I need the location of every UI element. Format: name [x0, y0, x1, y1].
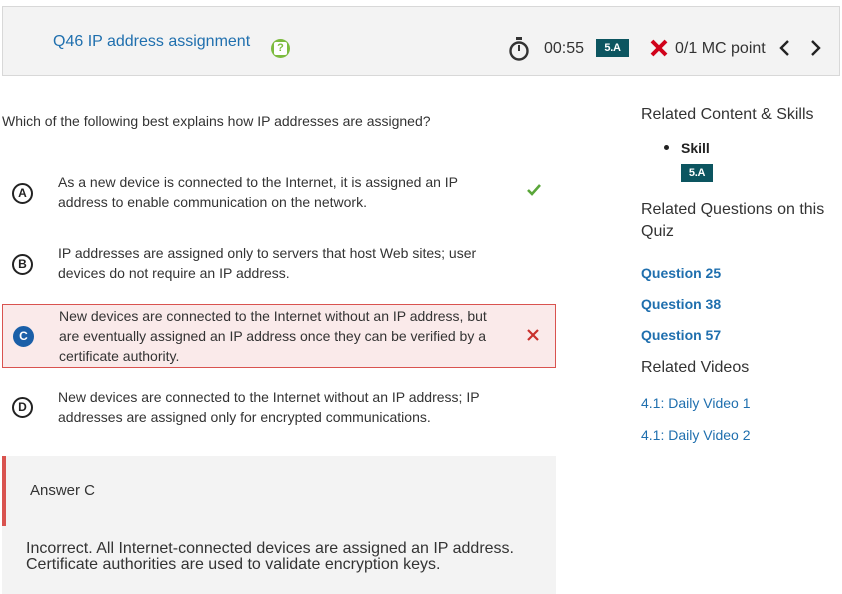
- question-prompt: Which of the following best explains how…: [2, 113, 431, 129]
- checkmark-icon: [527, 184, 541, 196]
- answer-accent-bar: [2, 456, 6, 526]
- chevron-right-icon[interactable]: [809, 39, 823, 57]
- bullet: [664, 145, 669, 150]
- incorrect-x-icon: [527, 329, 539, 341]
- skill-label: Skill: [681, 140, 710, 156]
- help-icon[interactable]: ?: [271, 39, 290, 58]
- question-title: Q46 IP address assignment: [53, 33, 251, 50]
- option-text: New devices are connected to the Interne…: [58, 389, 480, 425]
- related-questions-heading: Related Questions on this Quiz: [641, 201, 825, 240]
- related-videos-heading: Related Videos: [641, 359, 750, 376]
- skill-badge: 5.A: [596, 39, 629, 57]
- chevron-left-icon[interactable]: [777, 39, 791, 57]
- option-a[interactable]: A As a new device is connected to the In…: [2, 168, 556, 216]
- answer-explanation: Incorrect. All Internet-connected device…: [26, 540, 514, 573]
- answer-panel: Answer C Incorrect. All Internet-connect…: [2, 456, 556, 594]
- stopwatch-icon: [509, 37, 529, 61]
- option-b[interactable]: B IP addresses are assigned only to serv…: [2, 240, 556, 288]
- related-question-link[interactable]: Question 25: [641, 265, 721, 281]
- question-header: Q46 IP address assignment ? 00:55 5.A 0/…: [2, 6, 840, 76]
- option-letter: D: [12, 397, 33, 418]
- option-d[interactable]: D New devices are connected to the Inter…: [2, 385, 556, 433]
- incorrect-x-icon: [650, 39, 668, 57]
- skill-badge: 5.A: [681, 164, 713, 182]
- option-letter: B: [12, 254, 33, 275]
- option-c[interactable]: C New devices are connected to the Inter…: [2, 304, 556, 368]
- points-score: 0/1 MC point: [675, 40, 766, 57]
- option-text: As a new device is connected to the Inte…: [58, 174, 458, 210]
- option-letter: C: [13, 326, 34, 347]
- option-text: New devices are connected to the Interne…: [59, 308, 487, 364]
- option-text: IP addresses are assigned only to server…: [58, 245, 477, 281]
- related-content-heading: Related Content & Skills: [641, 106, 814, 123]
- related-question-link[interactable]: Question 38: [641, 296, 721, 312]
- answer-label: Answer C: [30, 482, 96, 499]
- option-letter: A: [12, 183, 33, 204]
- related-question-link[interactable]: Question 57: [641, 327, 721, 343]
- related-video-link[interactable]: 4.1: Daily Video 2: [641, 427, 750, 443]
- related-video-link[interactable]: 4.1: Daily Video 1: [641, 395, 750, 411]
- timer-value: 00:55: [544, 40, 585, 57]
